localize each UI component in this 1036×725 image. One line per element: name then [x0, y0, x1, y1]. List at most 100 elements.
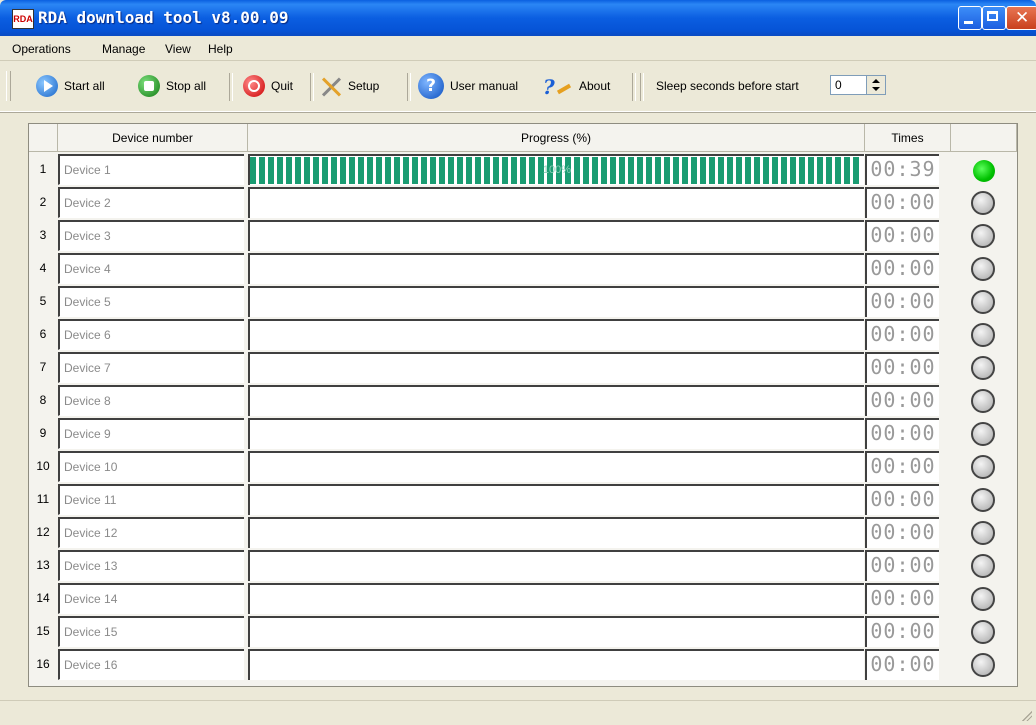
- setup-label: Setup: [348, 79, 380, 93]
- resize-grip-icon[interactable]: [1022, 711, 1032, 721]
- device-name-cell[interactable]: Device 8: [58, 385, 244, 416]
- help-icon: ?: [418, 73, 444, 99]
- device-name-cell[interactable]: Device 16: [58, 649, 244, 680]
- stop-all-button[interactable]: Stop all: [138, 73, 206, 99]
- device-name-cell[interactable]: Device 15: [58, 616, 244, 647]
- row-number: 15: [36, 624, 50, 638]
- sleep-seconds-input[interactable]: 0: [830, 75, 870, 95]
- row-number: 11: [36, 492, 50, 506]
- status-cell: [951, 517, 1015, 548]
- setup-button[interactable]: Setup: [320, 73, 379, 99]
- device-grid: Device number Progress (%) Times 1 Device…: [28, 123, 1018, 687]
- rda-app-icon[interactable]: RDA: [12, 9, 34, 29]
- about-button[interactable]: ? About: [543, 73, 610, 99]
- elapsed-time-display: 00:00: [865, 517, 939, 548]
- table-row[interactable]: 10 Device 10 00:00: [29, 450, 1017, 483]
- status-led-off-icon: [971, 620, 995, 644]
- menu-operations[interactable]: Operations: [12, 42, 71, 56]
- user-manual-button[interactable]: ? User manual: [418, 73, 518, 99]
- window-title: RDA download tool v8.00.09: [38, 8, 289, 27]
- maximize-icon: [987, 11, 998, 21]
- sleep-seconds-spinner[interactable]: [866, 75, 886, 95]
- toolbar-separator: [310, 73, 314, 101]
- table-row[interactable]: 5 Device 5 00:00: [29, 285, 1017, 318]
- progress-label: [250, 420, 864, 449]
- table-row[interactable]: 3 Device 3 00:00: [29, 219, 1017, 252]
- device-name-cell[interactable]: Device 13: [58, 550, 244, 581]
- status-led-off-icon: [971, 323, 995, 347]
- row-number: 9: [39, 426, 47, 440]
- progress-bar: [248, 550, 864, 581]
- play-icon: [36, 75, 58, 97]
- minimize-button[interactable]: [958, 6, 982, 30]
- status-header[interactable]: [951, 124, 1017, 152]
- progress-header[interactable]: Progress (%): [248, 124, 865, 152]
- row-number: 4: [39, 261, 47, 275]
- device-name-cell[interactable]: Device 10: [58, 451, 244, 482]
- toolbar: Start all Stop all Quit Setup ? User man…: [0, 61, 1036, 112]
- status-led-on-icon: [973, 160, 995, 182]
- device-name-cell[interactable]: Device 2: [58, 187, 244, 218]
- elapsed-time-display: 00:00: [865, 253, 939, 284]
- elapsed-time-display: 00:00: [865, 616, 939, 647]
- toolbar-separator: [229, 73, 233, 101]
- device-name-cell[interactable]: Device 3: [58, 220, 244, 251]
- status-cell: [951, 220, 1015, 251]
- device-name-cell[interactable]: Device 12: [58, 517, 244, 548]
- table-row[interactable]: 2 Device 2 00:00: [29, 186, 1017, 219]
- row-number: 1: [39, 162, 47, 176]
- table-row[interactable]: 1 Device 1 100% 00:39: [29, 153, 1017, 186]
- table-row[interactable]: 11 Device 11 00:00: [29, 483, 1017, 516]
- device-name-cell[interactable]: Device 9: [58, 418, 244, 449]
- progress-label: [250, 354, 864, 383]
- row-number: 7: [39, 360, 47, 374]
- table-row[interactable]: 13 Device 13 00:00: [29, 549, 1017, 582]
- status-led-off-icon: [971, 455, 995, 479]
- tools-icon: [320, 75, 342, 97]
- progress-label: [250, 222, 864, 251]
- toolbar-separator: [407, 73, 411, 101]
- elapsed-time-display: 00:39: [865, 154, 939, 185]
- progress-label: [250, 387, 864, 416]
- elapsed-time-display: 00:00: [865, 319, 939, 350]
- toolbar-grip[interactable]: [6, 71, 11, 101]
- table-row[interactable]: 4 Device 4 00:00: [29, 252, 1017, 285]
- status-cell: [951, 550, 1015, 581]
- maximize-button[interactable]: [982, 6, 1006, 30]
- status-led-off-icon: [971, 224, 995, 248]
- device-name-cell[interactable]: Device 14: [58, 583, 244, 614]
- progress-label: [250, 189, 864, 218]
- status-cell: [951, 583, 1015, 614]
- table-row[interactable]: 7 Device 7 00:00: [29, 351, 1017, 384]
- about-icon: ?: [543, 75, 573, 99]
- quit-button[interactable]: Quit: [243, 73, 293, 99]
- close-button[interactable]: ✕: [1006, 6, 1036, 30]
- progress-label: [250, 651, 864, 680]
- device-name-cell[interactable]: Device 6: [58, 319, 244, 350]
- device-name-cell[interactable]: Device 1: [58, 154, 244, 185]
- stop-icon: [138, 75, 160, 97]
- device-name-cell[interactable]: Device 7: [58, 352, 244, 383]
- table-row[interactable]: 15 Device 15 00:00: [29, 615, 1017, 648]
- progress-label: [250, 453, 864, 482]
- menu-view[interactable]: View: [165, 42, 191, 56]
- progress-label: [250, 519, 864, 548]
- device-name-cell[interactable]: Device 5: [58, 286, 244, 317]
- table-row[interactable]: 12 Device 12 00:00: [29, 516, 1017, 549]
- title-bar[interactable]: RDA RDA download tool v8.00.09 ✕: [0, 0, 1036, 36]
- table-row[interactable]: 14 Device 14 00:00: [29, 582, 1017, 615]
- elapsed-time-display: 00:00: [865, 418, 939, 449]
- device-number-header[interactable]: Device number: [58, 124, 248, 152]
- menu-bar: Operations Manage View Help: [0, 36, 1036, 61]
- table-row[interactable]: 16 Device 16 00:00: [29, 648, 1017, 681]
- status-cell: [951, 649, 1015, 680]
- menu-help[interactable]: Help: [208, 42, 233, 56]
- table-row[interactable]: 6 Device 6 00:00: [29, 318, 1017, 351]
- start-all-button[interactable]: Start all: [36, 73, 105, 99]
- menu-manage[interactable]: Manage: [102, 42, 145, 56]
- device-name-cell[interactable]: Device 4: [58, 253, 244, 284]
- table-row[interactable]: 8 Device 8 00:00: [29, 384, 1017, 417]
- table-row[interactable]: 9 Device 9 00:00: [29, 417, 1017, 450]
- device-name-cell[interactable]: Device 11: [58, 484, 244, 515]
- times-header[interactable]: Times: [865, 124, 951, 152]
